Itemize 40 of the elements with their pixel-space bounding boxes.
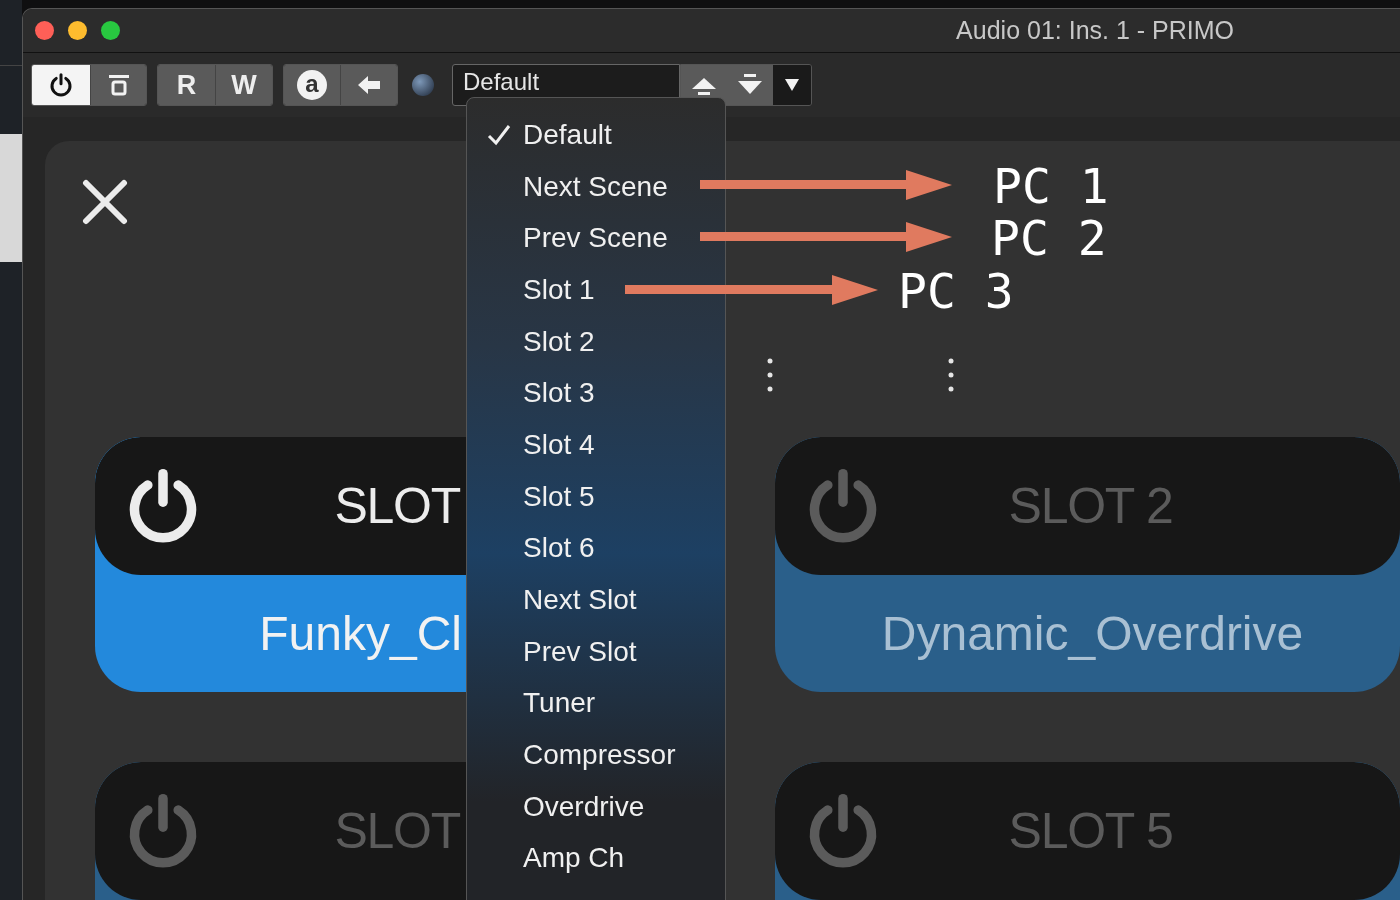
minimize-window-button[interactable] bbox=[68, 21, 87, 40]
slot-title: SLOT bbox=[334, 801, 460, 861]
arrow-left-icon bbox=[358, 76, 380, 94]
preset-dropdown-button[interactable] bbox=[773, 65, 811, 105]
annotation-label: PC 2 bbox=[991, 214, 1107, 262]
slot-title: SLOT 5 bbox=[1008, 801, 1173, 861]
menu-item[interactable]: Next Scene bbox=[467, 160, 725, 213]
bypass-button[interactable] bbox=[90, 65, 146, 105]
write-button[interactable]: W bbox=[215, 65, 272, 105]
status-led-icon bbox=[412, 74, 434, 96]
slot-card[interactable]: SLOT 2 Dynamic_Overdrive bbox=[775, 437, 1400, 692]
menu-item[interactable]: Slot 1 bbox=[467, 264, 725, 316]
read-button[interactable]: R bbox=[158, 65, 215, 105]
caret-icon bbox=[785, 79, 799, 91]
menu-item[interactable]: Slot 2 bbox=[467, 315, 725, 368]
preset-name: Dynamic_Overdrive bbox=[881, 605, 1304, 662]
menu-item[interactable]: Prev Scene bbox=[467, 212, 725, 265]
automation-button[interactable]: a bbox=[297, 70, 327, 100]
arrow-up-icon bbox=[690, 75, 718, 95]
power-icon bbox=[49, 73, 73, 97]
slot-title: SLOT bbox=[334, 476, 460, 536]
annotation-label: PC 3 bbox=[898, 267, 1014, 315]
slot-title: SLOT 2 bbox=[1008, 476, 1173, 536]
preset-value: Default bbox=[463, 69, 540, 95]
vertical-ellipsis-icon bbox=[948, 358, 954, 392]
preset-name: Funky_Cl bbox=[259, 605, 462, 662]
check-icon bbox=[487, 123, 511, 146]
close-window-button[interactable] bbox=[35, 21, 54, 40]
window-title: Audio 01: Ins. 1 - PRIMO bbox=[956, 14, 1234, 46]
power-button[interactable] bbox=[32, 65, 90, 105]
back-button[interactable] bbox=[340, 65, 397, 105]
bypass-icon bbox=[107, 74, 130, 96]
menu-item[interactable]: Default bbox=[467, 109, 725, 161]
close-icon[interactable] bbox=[82, 179, 128, 225]
vertical-ellipsis-icon bbox=[767, 358, 773, 392]
menu-item[interactable]: Slot 3 bbox=[467, 367, 725, 420]
arrow-down-icon bbox=[736, 74, 764, 96]
annotation-label: PC 1 bbox=[993, 162, 1109, 210]
zoom-window-button[interactable] bbox=[101, 21, 120, 40]
next-preset-button[interactable] bbox=[727, 65, 773, 105]
